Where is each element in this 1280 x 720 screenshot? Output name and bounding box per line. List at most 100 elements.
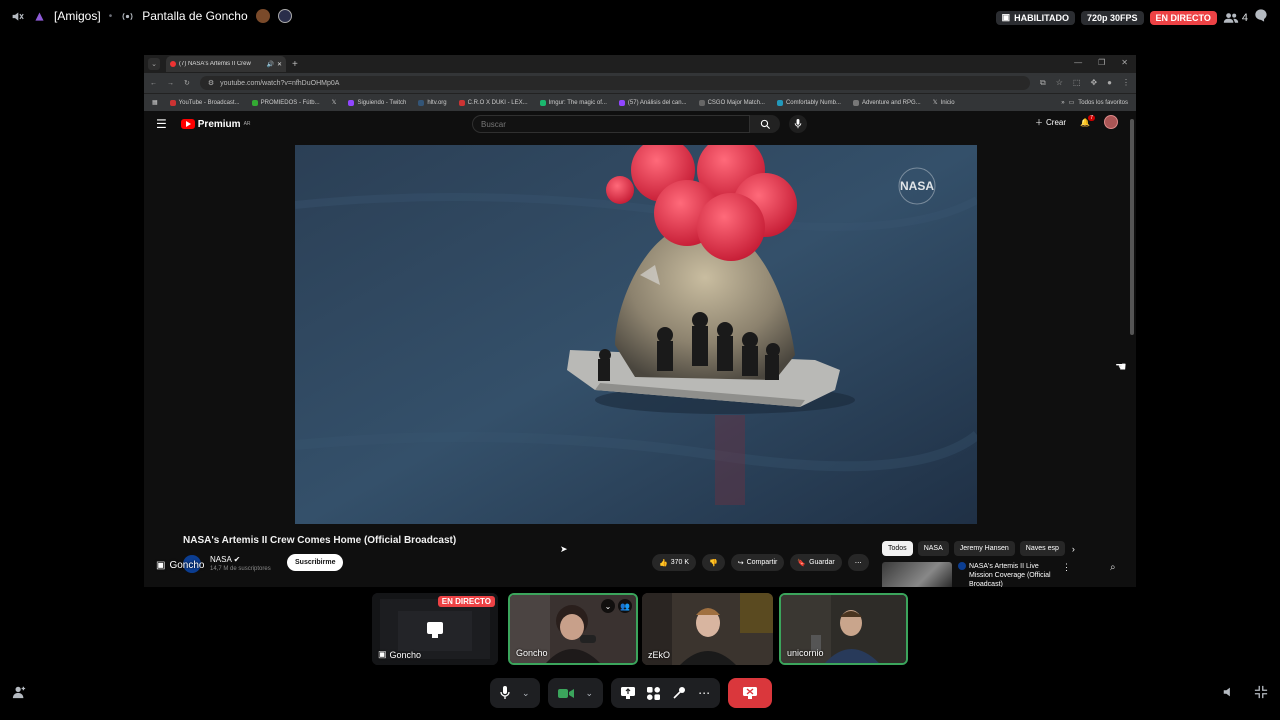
new-tab-button[interactable]: + [292,59,298,70]
recommended-title[interactable]: NASA's Artemis II Live Mission Coverage … [958,562,1056,587]
chip-all[interactable]: Todos [882,541,913,556]
apps-grid-icon[interactable]: ▦ [152,99,158,106]
add-person-icon[interactable] [12,685,26,702]
exit-fullscreen-icon[interactable] [1254,685,1268,702]
bookmark-item[interactable]: Adventure and RPG... [852,99,921,106]
chip-naves[interactable]: Naves esp [1019,541,1065,556]
youtube-logo[interactable]: Premium AR [180,119,251,130]
participant-tile-stream[interactable]: EN DIRECTO ▣ Goncho [372,593,498,665]
minimize-icon[interactable]: — [1074,58,1082,67]
soundboard-icon[interactable] [672,686,686,700]
more-options-icon[interactable]: ⋯ [698,686,710,700]
search-button[interactable] [750,115,780,133]
viewer-count[interactable]: 4 [1223,12,1248,24]
volume-icon[interactable] [1222,685,1236,702]
bookmark-item[interactable]: Comfortably Numb... [776,99,841,106]
bookmark-item[interactable]: YouTube - Broadcast... [169,99,240,106]
chevron-down-icon[interactable]: ⌄ [586,688,594,699]
channel-name-text: NASA [210,555,232,564]
bookmark-icon: 🔖 [797,559,807,567]
participant-label: unicornio [787,648,824,658]
speaker-muted-icon[interactable] [10,9,24,23]
enabled-badge: ▣ HABILITADO [995,10,1075,25]
bookmark-favicon-icon [458,99,465,106]
video-thumbnail[interactable] [882,562,952,587]
chevron-down-icon[interactable]: ⌄ [601,599,615,613]
disconnect-button[interactable] [728,678,773,708]
all-bookmarks[interactable]: » ▭ Todos los favoritos [1061,99,1128,107]
share-button[interactable]: ↪ Compartir [730,554,785,571]
save-button[interactable]: 🔖 Guardar [790,554,842,571]
channel-name[interactable]: [Amigos] [54,9,101,23]
scrollbar-thumb[interactable] [1130,119,1134,335]
notifications-button[interactable]: 🔔 7 [1080,114,1095,127]
bookmark-item[interactable]: C.R.O X DUKI - LEX... [458,99,528,106]
cast-icon[interactable]: ⧉ [1040,78,1046,88]
youtube-header: ☰ Premium AR Buscar ＋ Crear 🔔 7 [144,111,1136,137]
live-badge: EN DIRECTO [437,596,495,607]
participant-tile-unicornio[interactable]: unicornio [779,593,908,665]
kebab-menu-icon[interactable]: ⋮ [1062,562,1071,587]
zoom-icon[interactable]: ⌕ [1110,562,1116,573]
screen-share-icon[interactable] [621,687,636,699]
bookmark-item[interactable]: Imgur: The magic of... [539,99,607,106]
create-button[interactable]: ＋ Crear [1035,117,1066,128]
bookmark-item[interactable]: 𝕏 Inicio [933,99,955,107]
chevron-right-icon[interactable]: › [1072,541,1075,556]
bookmark-item[interactable]: Siguiendo - Twitch [348,99,406,106]
bookmark-star-icon[interactable]: ☆ [1056,78,1063,88]
video-info: NASA's Artemis II Crew Comes Home (Offic… [144,529,1136,587]
site-info-icon[interactable]: ⚙ [208,79,214,87]
browser-tab[interactable]: (7) NASA's Artemis II Crew 🔊 ✕ [166,56,286,72]
camera-icon[interactable] [557,688,574,699]
participant-tile-goncho[interactable]: ⌄ 👥 Goncho [508,593,638,665]
bookmark-item[interactable]: 𝕏 [332,99,337,106]
like-button[interactable]: 👍 370 K [652,554,697,571]
profile-icon[interactable]: ● [1107,78,1112,88]
back-icon[interactable]: ← [150,80,157,87]
recommended-video[interactable]: NASA's Artemis II Live Mission Coverage … [882,562,1071,587]
avatar[interactable] [1104,115,1118,129]
more-actions-button[interactable]: ⋯ [847,554,869,571]
people-icon[interactable]: 👥 [618,599,632,613]
forward-icon[interactable]: → [167,80,174,87]
subscribe-button[interactable]: Suscribirme [287,554,344,571]
tab-search-button[interactable]: ⌄ [148,58,160,70]
voice-search-button[interactable] [789,115,807,133]
bookmark-item[interactable]: PROMIEDOS - Fútb... [251,99,320,106]
all-bookmarks-label: Todos los favoritos [1078,99,1128,106]
activities-icon[interactable] [647,686,661,700]
extension-icon[interactable]: ⬚ [1073,78,1081,88]
reload-icon[interactable]: ↻ [184,79,190,87]
bookmark-item[interactable]: hltv.org [418,99,447,106]
search-input[interactable]: Buscar [472,115,750,133]
menu-kebab-icon[interactable]: ⋮ [1122,78,1130,88]
microphone-icon[interactable] [500,686,510,700]
participant-tile-zeko[interactable]: zEkO [642,593,773,665]
hamburger-menu-icon[interactable]: ☰ [156,117,167,131]
close-tab-icon[interactable]: ✕ [277,61,282,68]
dislike-button[interactable]: 👎 [702,554,725,571]
chevron-down-icon[interactable]: ⌄ [522,688,530,699]
create-label: Crear [1046,117,1067,127]
action-controls: ⋯ [611,678,721,708]
bookmark-item[interactable]: (57) Análisis del can... [618,99,687,106]
chat-icon[interactable] [1254,8,1268,27]
bookmark-item[interactable]: CSGO Major Match... [698,99,765,106]
like-count: 370 K [670,559,690,566]
chip-nasa[interactable]: NASA [917,541,949,556]
participant-name: unicornio [787,648,824,658]
restore-icon[interactable]: ❐ [1098,58,1105,67]
bookmark-label: Imgur: The magic of... [548,99,607,106]
url-field[interactable]: ⚙ youtube.com/watch?v=nfhDuOHMp0A [199,76,1030,90]
server-icon[interactable] [32,9,46,23]
ellipsis-icon: ⋯ [854,559,862,567]
channel-name-label[interactable]: NASA ✔ [210,555,240,564]
puzzle-icon[interactable]: ✥ [1090,78,1097,88]
address-bar-row: ← → ↻ ⚙ youtube.com/watch?v=nfhDuOHMp0A … [144,73,1136,93]
viewer-count-value: 4 [1241,11,1248,24]
close-window-icon[interactable]: ✕ [1121,58,1128,67]
video-player[interactable]: NASA [295,145,977,524]
chip-jeremy-hansen[interactable]: Jeremy Hansen [953,541,1015,556]
bookmark-favicon-icon [698,99,705,106]
